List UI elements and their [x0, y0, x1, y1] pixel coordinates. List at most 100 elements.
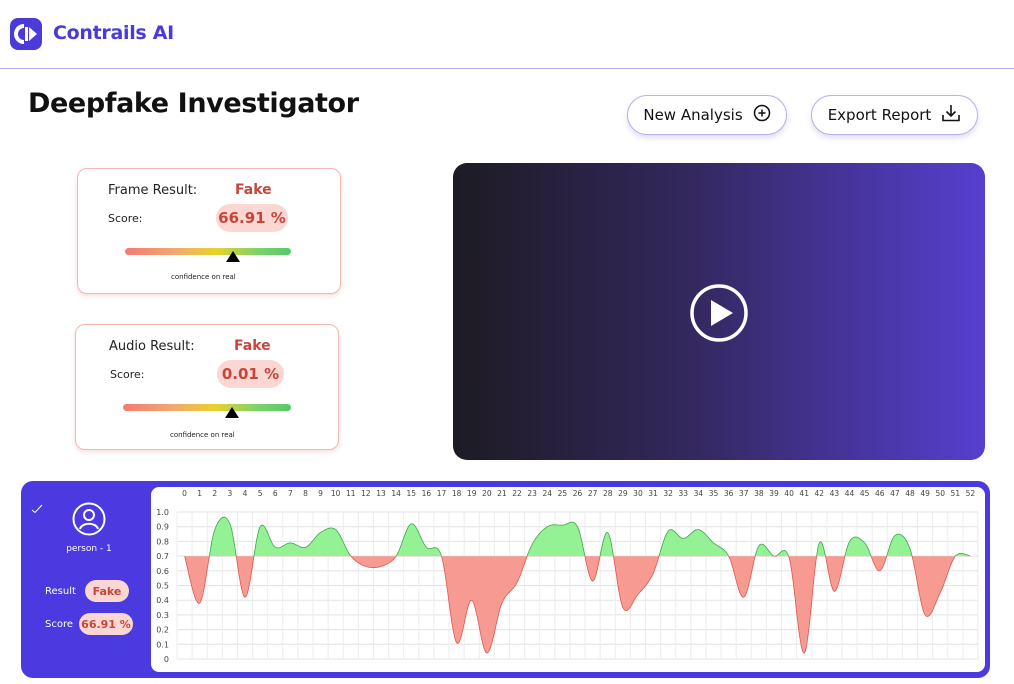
x-tick-label: 30: [633, 489, 643, 498]
page-title: Deepfake Investigator: [28, 88, 359, 119]
x-tick-label: 4: [243, 489, 248, 498]
x-tick-label: 7: [288, 489, 293, 498]
timeline-panel: person - 1 Result Fake Score 66.91 % 1.0…: [21, 481, 990, 678]
person-score-label: Score: [45, 619, 74, 630]
x-tick-label: 13: [376, 489, 386, 498]
y-tick-label: 0.5: [156, 582, 169, 591]
x-tick-label: 49: [920, 489, 930, 498]
y-tick-label: 0: [164, 655, 169, 664]
x-tick-label: 10: [331, 489, 341, 498]
logo-icon: [10, 18, 42, 50]
y-tick-label: 0.6: [156, 567, 169, 576]
x-tick-label: 23: [527, 489, 537, 498]
x-tick-label: 34: [694, 489, 704, 498]
x-tick-label: 52: [966, 489, 976, 498]
x-tick-label: 29: [618, 489, 628, 498]
x-tick-label: 25: [558, 489, 568, 498]
y-tick-label: 0.3: [156, 611, 169, 620]
frame-score-badge: 66.91 %: [216, 204, 288, 232]
audio-confidence-bar: [123, 404, 291, 411]
y-tick-label: 0.7: [156, 552, 169, 561]
audio-result-verdict: Fake: [234, 338, 271, 354]
x-tick-label: 19: [467, 489, 477, 498]
x-tick-label: 0: [182, 489, 187, 498]
x-tick-label: 48: [905, 489, 915, 498]
user-icon: [71, 501, 107, 537]
x-tick-label: 33: [679, 489, 689, 498]
y-tick-label: 0.4: [156, 596, 169, 605]
timeline-chart-panel: 1.0 0.9 0.8 0.7 0.6 0.5 0.4 0.3 0.2 0.1 0 0 1 2 3 4 5 6 7 8…: [151, 487, 985, 672]
x-tick-label: 26: [573, 489, 583, 498]
x-tick-label: 40: [784, 489, 794, 498]
x-tick-label: 1: [197, 489, 202, 498]
check-icon[interactable]: [31, 499, 43, 514]
x-tick-label: 8: [303, 489, 308, 498]
x-tick-label: 31: [648, 489, 658, 498]
app-name[interactable]: Contrails AI: [53, 22, 174, 44]
audio-confidence-marker: [225, 407, 240, 418]
x-tick-label: 46: [875, 489, 885, 498]
x-tick-label: 50: [935, 489, 945, 498]
x-tick-label: 5: [258, 489, 263, 498]
audio-score-badge: 0.01 %: [217, 360, 284, 388]
x-tick-label: 24: [543, 489, 553, 498]
timeline-chart[interactable]: 1.00.90.80.70.60.50.40.30.20.100 1 2 3 4 5 6 7 8…: [151, 487, 985, 672]
person-score-badge: 66.91 %: [79, 613, 133, 635]
y-tick-label: 0.1: [156, 640, 169, 649]
x-tick-label: 51: [951, 489, 961, 498]
frame-score-label: Score:: [108, 212, 143, 225]
x-tick-label: 37: [739, 489, 749, 498]
x-tick-label: 14: [391, 489, 401, 498]
top-bar: Contrails AI: [0, 0, 1014, 69]
x-tick-label: 9: [318, 489, 323, 498]
new-analysis-label: New Analysis: [643, 106, 743, 124]
export-report-label: Export Report: [827, 106, 932, 124]
x-tick-label: 15: [406, 489, 416, 498]
x-tick-label: 22: [512, 489, 522, 498]
x-tick-label: 6: [273, 489, 278, 498]
audio-score-label: Score:: [110, 368, 145, 381]
person-result-label: Result: [45, 586, 76, 597]
x-tick-label: 21: [497, 489, 507, 498]
x-tick-label: 32: [663, 489, 673, 498]
x-tick-label: 17: [437, 489, 447, 498]
frame-confidence-label: confidence on real: [171, 273, 236, 281]
y-tick-label: 0.9: [156, 523, 169, 532]
x-tick-label: 18: [452, 489, 462, 498]
frame-result-card: Frame Result: Fake Score: 66.91 % confid…: [77, 168, 341, 294]
x-tick-label: 43: [830, 489, 840, 498]
x-tick-label: 27: [588, 489, 598, 498]
video-player[interactable]: [453, 163, 985, 460]
x-tick-label: 28: [603, 489, 613, 498]
new-analysis-button[interactable]: New Analysis: [627, 95, 787, 135]
frame-result-verdict: Fake: [235, 182, 272, 198]
audio-confidence-label: confidence on real: [170, 431, 235, 439]
x-tick-label: 16: [422, 489, 432, 498]
y-tick-label: 1.0: [156, 508, 169, 517]
y-tick-label: 0.2: [156, 626, 169, 635]
x-tick-label: 38: [754, 489, 764, 498]
frame-confidence-bar: [125, 248, 291, 255]
x-tick-label: 47: [890, 489, 900, 498]
x-tick-label: 20: [482, 489, 492, 498]
frame-result-label: Frame Result:: [108, 183, 198, 198]
x-tick-label: 36: [724, 489, 734, 498]
audio-result-label: Audio Result:: [109, 339, 195, 354]
download-icon: [941, 103, 961, 127]
person-name: person - 1: [66, 544, 112, 554]
x-tick-label: 2: [212, 489, 217, 498]
x-tick-label: 11: [346, 489, 356, 498]
x-tick-label: 41: [799, 489, 809, 498]
x-tick-label: 3: [228, 489, 233, 498]
audio-result-card: Audio Result: Fake Score: 0.01 % confide…: [75, 324, 339, 450]
x-tick-label: 42: [815, 489, 825, 498]
y-tick-label: 0.8: [156, 537, 169, 546]
x-tick-label: 35: [709, 489, 719, 498]
x-tick-label: 45: [860, 489, 870, 498]
export-report-button[interactable]: Export Report: [811, 95, 978, 135]
frame-confidence-marker: [225, 251, 240, 262]
x-tick-label: 44: [845, 489, 855, 498]
play-icon[interactable]: [689, 283, 749, 343]
x-tick-label: 12: [361, 489, 371, 498]
person-result-badge: Fake: [85, 580, 129, 602]
